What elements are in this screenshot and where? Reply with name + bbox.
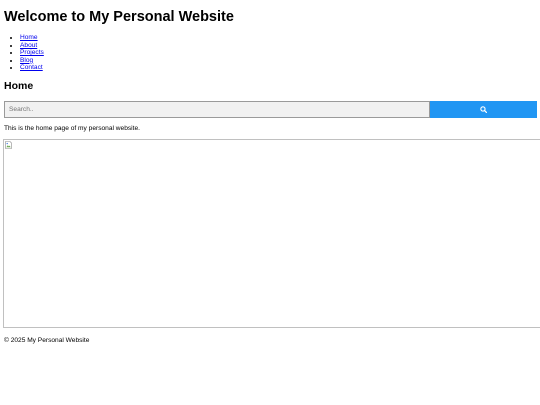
broken-image-icon [5,141,12,149]
search-icon [480,106,487,113]
nav-item-blog: Blog [20,57,44,65]
main-nav: Home About Projects Blog Contact [11,34,44,72]
page: Welcome to My Personal Website Home Abou… [0,0,540,405]
nav-link-projects[interactable]: Projects [20,49,44,56]
footer-text: © 2025 My Personal Website [4,337,90,344]
content-image [3,139,540,328]
nav-link-about[interactable]: About [20,42,37,49]
search-bar [4,101,537,118]
intro-text: This is the home page of my personal web… [4,125,140,132]
nav-item-contact: Contact [20,64,44,72]
nav-item-projects: Projects [20,49,44,57]
nav-link-blog[interactable]: Blog [20,57,33,64]
page-title: Welcome to My Personal Website [4,9,234,25]
search-input[interactable] [4,101,430,118]
nav-item-about: About [20,42,44,50]
search-button[interactable] [430,101,537,118]
nav-item-home: Home [20,34,44,42]
nav-link-home[interactable]: Home [20,34,38,41]
section-title: Home [4,80,34,92]
nav-link-contact[interactable]: Contact [20,64,43,71]
